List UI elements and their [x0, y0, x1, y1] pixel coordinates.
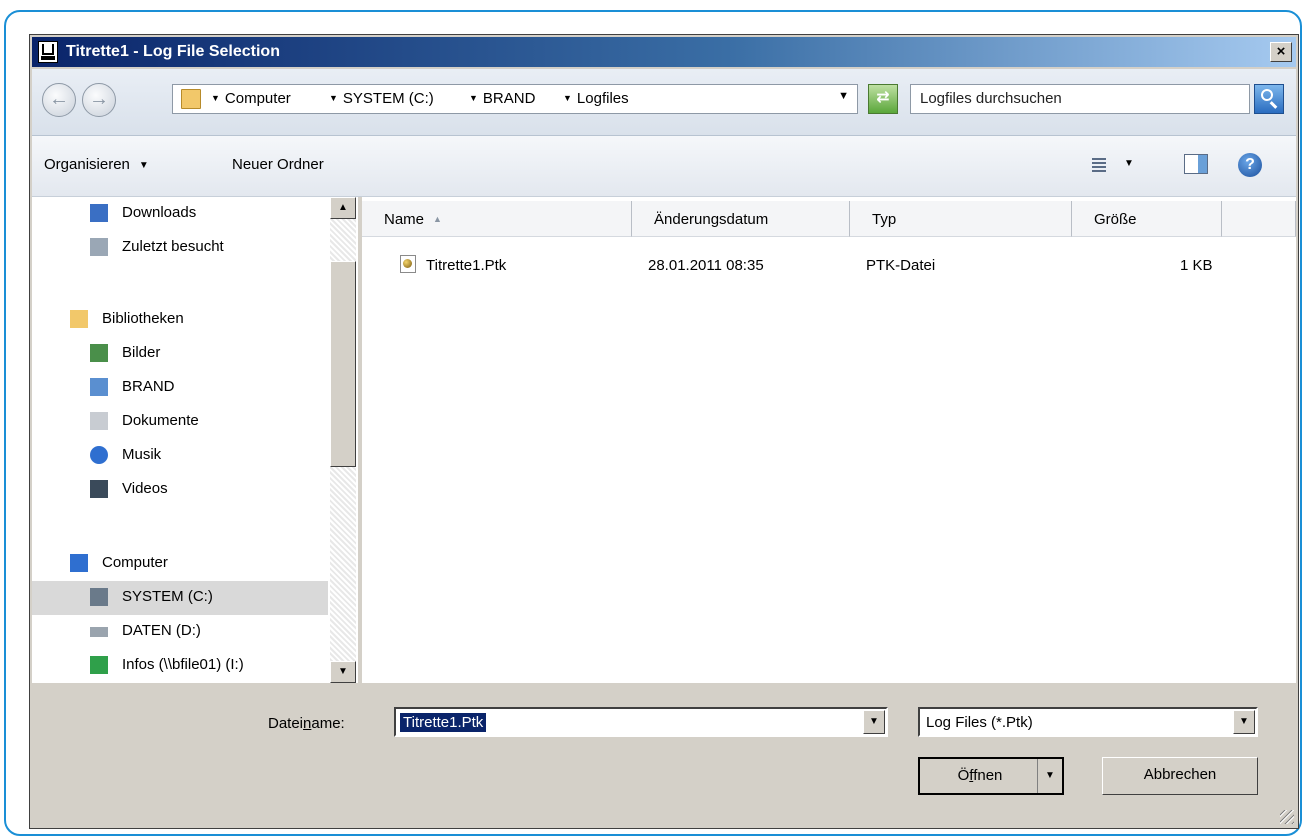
filetype-dropdown-icon[interactable]: ▼: [1233, 710, 1255, 734]
address-bar[interactable]: ▼ Computer ▼ SYSTEM (C:) ▼ BRAND ▼ Logfiles …: [172, 84, 858, 114]
breadcrumb-system[interactable]: ▼ SYSTEM (C:): [329, 90, 434, 107]
file-list: Name ▲ Änderungsdatum Typ Größe Titrette1…: [362, 197, 1296, 683]
forward-button[interactable]: →: [82, 83, 116, 117]
new-folder-button[interactable]: Neuer Ordner: [232, 156, 324, 173]
close-button[interactable]: ×: [1270, 42, 1292, 62]
breadcrumb-logfiles[interactable]: ▼ Logfiles: [563, 90, 629, 107]
sidebar-item-computer[interactable]: Computer: [32, 547, 328, 581]
drive-icon: [90, 627, 108, 637]
document-library-icon: [90, 378, 108, 396]
resize-grip-icon[interactable]: [1280, 810, 1294, 824]
file-dialog: Titrette1 - Log File Selection × ← → ▼ Co…: [29, 34, 1299, 829]
file-size: 1 KB: [1180, 257, 1213, 274]
column-header-type[interactable]: Typ: [850, 201, 1072, 237]
sidebar-item-music[interactable]: Musik: [32, 439, 328, 473]
chevron-down-icon: ▼: [138, 160, 149, 171]
sidebar-item-brand[interactable]: BRAND: [32, 371, 328, 405]
sidebar-item-downloads[interactable]: Downloads: [32, 197, 328, 231]
sidebar-item-videos[interactable]: Videos: [32, 473, 328, 507]
scroll-down-button[interactable]: ▼: [330, 661, 356, 683]
sidebar-item-recent[interactable]: Zuletzt besucht: [32, 231, 328, 265]
help-icon[interactable]: ?: [1238, 153, 1262, 177]
documents-icon: [90, 412, 108, 430]
command-bar: Organisieren ▼ Neuer Ordner ▼ ?: [32, 136, 1296, 197]
view-options-icon[interactable]: [1086, 156, 1106, 174]
navigation-pane: Downloads Zuletzt besucht Bibliotheken B…: [32, 197, 358, 683]
navigation-bar: ← → ▼ Computer ▼ SYSTEM (C:) ▼ BRAND ▼ Logfi…: [32, 69, 1296, 136]
organize-button[interactable]: Organisieren ▼: [44, 156, 149, 173]
network-drive-icon: [90, 656, 108, 674]
app-icon: [38, 41, 58, 63]
pictures-icon: [90, 344, 108, 362]
search-icon[interactable]: [1254, 84, 1284, 114]
file-type: PTK-Datei: [866, 257, 936, 274]
column-header-name[interactable]: Name ▲: [362, 201, 632, 237]
column-header-date[interactable]: Änderungsdatum: [632, 201, 850, 237]
table-row[interactable]: Titrette1.Ptk 28.01.2011 08:35 PTK-Datei…: [362, 255, 1296, 285]
file-date: 28.01.2011 08:35: [648, 257, 764, 274]
folder-icon: [181, 89, 201, 109]
sidebar-item-pictures[interactable]: Bilder: [32, 337, 328, 371]
sidebar-item-network-drive[interactable]: Infos (\\bfile01) (I:): [32, 649, 328, 683]
breadcrumb-computer[interactable]: ▼ Computer: [211, 90, 291, 107]
sidebar-item-documents[interactable]: Dokumente: [32, 405, 328, 439]
view-dropdown-icon[interactable]: ▼: [1124, 158, 1134, 169]
ptk-file-icon: [400, 255, 416, 273]
videos-icon: [90, 480, 108, 498]
dialog-footer: Dateiname: Titrette1.Ptk ▼ Log Files (*.…: [32, 685, 1296, 826]
search-input[interactable]: Logfiles durchsuchen: [910, 84, 1250, 114]
filename-input[interactable]: Titrette1.Ptk: [400, 713, 487, 732]
open-split-dropdown-icon[interactable]: ▼: [1037, 759, 1062, 793]
downloads-icon: [90, 204, 108, 222]
refresh-icon[interactable]: ⇄: [868, 84, 898, 114]
scroll-up-button[interactable]: ▲: [330, 197, 356, 219]
scroll-thumb[interactable]: [330, 261, 356, 467]
filetype-value: Log Files (*.Ptk): [926, 714, 1033, 731]
sidebar-scrollbar[interactable]: ▲ ▼: [330, 197, 356, 683]
sidebar-item-libraries[interactable]: Bibliotheken: [32, 303, 328, 337]
system-drive-icon: [90, 588, 108, 606]
column-header-size[interactable]: Größe: [1072, 201, 1222, 237]
address-dropdown-icon[interactable]: ▼: [838, 90, 849, 102]
preview-pane-icon[interactable]: [1184, 154, 1208, 174]
filetype-select[interactable]: Log Files (*.Ptk) ▼: [918, 707, 1258, 737]
computer-icon: [70, 554, 88, 572]
sidebar-item-system-drive[interactable]: SYSTEM (C:): [32, 581, 328, 615]
sidebar-item-data-drive[interactable]: DATEN (D:): [32, 615, 328, 649]
filename-dropdown-icon[interactable]: ▼: [863, 710, 885, 734]
column-header-extra: [1222, 201, 1296, 237]
back-button[interactable]: ←: [42, 83, 76, 117]
breadcrumb-brand[interactable]: ▼ BRAND: [469, 90, 535, 107]
file-name: Titrette1.Ptk: [426, 257, 507, 274]
filename-combobox[interactable]: Titrette1.Ptk ▼: [394, 707, 888, 737]
sort-ascending-icon: ▲: [433, 214, 442, 224]
libraries-icon: [70, 310, 88, 328]
open-button[interactable]: Öffnen ▼: [918, 757, 1064, 795]
filename-label: Dateiname:: [268, 715, 345, 732]
music-icon: [90, 446, 108, 464]
cancel-button[interactable]: Abbrechen: [1102, 757, 1258, 795]
title-bar[interactable]: Titrette1 - Log File Selection ×: [32, 37, 1296, 67]
recent-places-icon: [90, 238, 108, 256]
window-title: Titrette1 - Log File Selection: [66, 43, 280, 60]
